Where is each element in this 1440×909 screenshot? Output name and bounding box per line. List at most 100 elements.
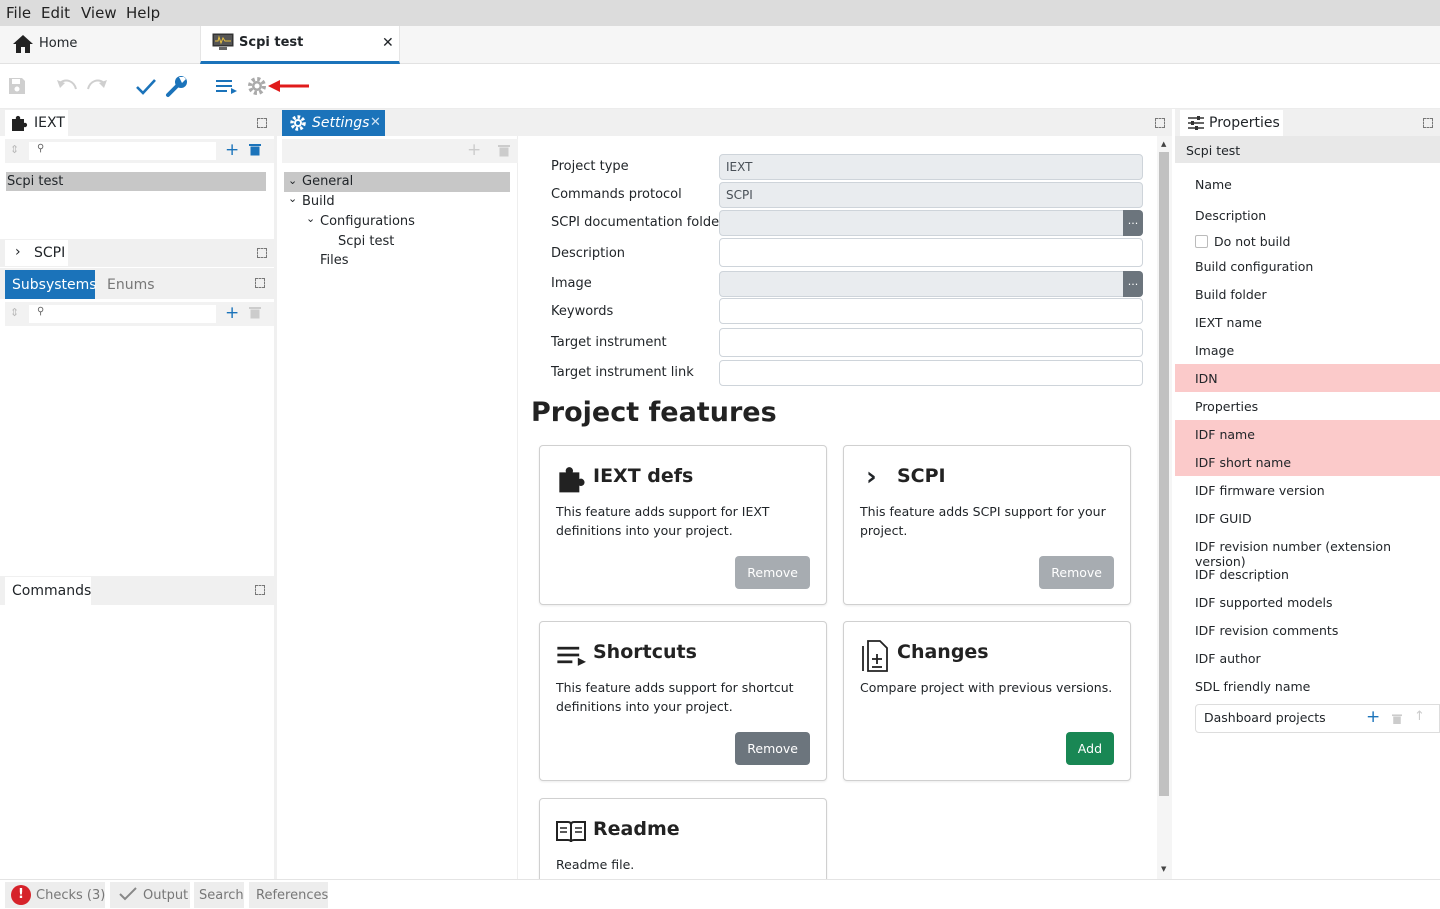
- arrow-up-icon[interactable]: ↑: [1414, 709, 1425, 724]
- tree-item-general[interactable]: ⌄ General: [284, 172, 510, 192]
- prop-row-idf-revision-comments[interactable]: IDF revision comments: [1175, 616, 1440, 644]
- prop-row-idf-description[interactable]: IDF description: [1175, 560, 1440, 588]
- prop-row-idf-guid[interactable]: IDF GUID: [1175, 504, 1440, 532]
- menu-view[interactable]: View: [81, 4, 117, 22]
- scpi-documentation-folder-field[interactable]: ...: [719, 210, 1143, 236]
- maximize-icon[interactable]: [1155, 118, 1165, 128]
- tab-properties[interactable]: Properties: [1180, 110, 1283, 136]
- save-button[interactable]: [5, 74, 29, 98]
- tab-search-label: Search: [199, 888, 244, 903]
- prop-row-name[interactable]: Name: [1175, 170, 1440, 198]
- prop-label: IDN: [1195, 371, 1218, 386]
- tab-search[interactable]: Search: [194, 882, 244, 908]
- menu-help[interactable]: Help: [126, 4, 160, 22]
- description-field[interactable]: [719, 238, 1143, 267]
- commands-panel-header: Commands: [0, 576, 274, 605]
- project-list-item[interactable]: Scpi test: [6, 172, 266, 191]
- commands-protocol-field[interactable]: SCPI: [719, 182, 1143, 208]
- add-icon[interactable]: +: [225, 303, 239, 323]
- iext-search-input[interactable]: ⚲: [28, 141, 217, 161]
- scrollbar-thumb[interactable]: [1159, 152, 1169, 796]
- keywords-field[interactable]: [719, 298, 1143, 324]
- prop-row-sdl-friendly-name[interactable]: SDL friendly name: [1175, 672, 1440, 700]
- tab-subsystems[interactable]: Subsystems: [5, 270, 97, 299]
- shortcuts-button[interactable]: [214, 74, 238, 98]
- remove-button[interactable]: Remove: [1039, 556, 1114, 589]
- close-icon[interactable]: ✕: [370, 115, 381, 130]
- remove-button[interactable]: Remove: [735, 732, 810, 765]
- tab-output[interactable]: Output: [110, 882, 190, 908]
- maximize-icon[interactable]: [257, 118, 267, 128]
- do-not-build-checkbox[interactable]: [1195, 235, 1208, 248]
- tree-item-files[interactable]: Files: [320, 253, 349, 268]
- prop-row-idf-name[interactable]: IDF name: [1175, 420, 1440, 448]
- subsystems-search-row: ⇕ ⚲ +: [5, 302, 274, 326]
- scroll-up-icon[interactable]: ▲: [1161, 140, 1166, 148]
- trash-icon[interactable]: [249, 306, 261, 319]
- image-field[interactable]: ...: [719, 271, 1143, 297]
- keywords-label: Keywords: [551, 304, 614, 319]
- settings-button[interactable]: [245, 74, 269, 98]
- prop-row-image[interactable]: Image: [1175, 336, 1440, 364]
- undo-button[interactable]: [55, 74, 79, 98]
- trash-icon[interactable]: [498, 144, 510, 157]
- feature-card-description: This feature adds SCPI support for your …: [860, 504, 1106, 538]
- prop-row-idn[interactable]: IDN: [1175, 364, 1440, 392]
- prop-row-idf-revision-number[interactable]: IDF revision number (extension version): [1175, 532, 1440, 569]
- maximize-icon[interactable]: [1423, 118, 1433, 128]
- tab-settings[interactable]: Settings ✕: [282, 110, 385, 136]
- maximize-icon[interactable]: [257, 248, 267, 258]
- trash-icon[interactable]: [249, 143, 261, 156]
- commands-tab[interactable]: Commands: [5, 577, 91, 605]
- prop-row-idf-firmware-version[interactable]: IDF firmware version: [1175, 476, 1440, 504]
- remove-button[interactable]: Remove: [735, 556, 810, 589]
- feature-card-changes: Changes Compare project with previous ve…: [843, 621, 1131, 781]
- prop-row-do-not-build[interactable]: Do not build: [1175, 229, 1440, 251]
- target-instrument-field[interactable]: [719, 328, 1143, 357]
- browse-button[interactable]: ...: [1123, 271, 1143, 297]
- prop-label: Build folder: [1195, 287, 1267, 302]
- menu-edit[interactable]: Edit: [41, 4, 70, 22]
- vertical-scrollbar[interactable]: ▲ ▼: [1157, 136, 1172, 879]
- redo-button[interactable]: [85, 74, 109, 98]
- tab-scpi-test[interactable]: Scpi test ✕: [200, 26, 400, 64]
- scpi-tab[interactable]: › SCPI: [5, 240, 68, 266]
- add-icon[interactable]: +: [225, 140, 239, 160]
- sort-icon[interactable]: ⇕: [10, 143, 19, 156]
- prop-row-idf-supported-models[interactable]: IDF supported models: [1175, 588, 1440, 616]
- tree-item-scpi-test[interactable]: Scpi test: [338, 234, 394, 249]
- tab-references[interactable]: References: [249, 882, 328, 908]
- target-instrument-link-field[interactable]: [719, 360, 1143, 386]
- add-icon[interactable]: +: [467, 140, 481, 160]
- build-button[interactable]: [165, 74, 189, 98]
- puzzle-icon: [10, 114, 28, 132]
- tab-home[interactable]: Home: [0, 26, 200, 64]
- subsystems-search-input[interactable]: ⚲: [28, 304, 217, 324]
- browse-button[interactable]: ...: [1123, 210, 1143, 236]
- add-button[interactable]: Add: [1065, 732, 1114, 765]
- prop-row-description[interactable]: Description: [1175, 201, 1440, 229]
- menu-file[interactable]: File: [6, 4, 31, 22]
- project-type-field[interactable]: IEXT: [719, 154, 1143, 180]
- prop-row-idf-short-name[interactable]: IDF short name: [1175, 448, 1440, 476]
- tab-checks[interactable]: ! Checks (3): [5, 882, 105, 908]
- maximize-icon[interactable]: [255, 585, 265, 595]
- prop-row-build-configuration[interactable]: Build configuration: [1175, 252, 1440, 280]
- prop-row-build-folder[interactable]: Build folder: [1175, 280, 1440, 308]
- trash-icon[interactable]: [1392, 713, 1402, 725]
- iext-tab[interactable]: IEXT: [5, 110, 68, 136]
- close-icon[interactable]: ✕: [382, 35, 394, 51]
- tab-home-label: Home: [39, 36, 78, 51]
- prop-row-idf-author[interactable]: IDF author: [1175, 644, 1440, 672]
- sort-icon[interactable]: ⇕: [10, 306, 19, 319]
- maximize-icon[interactable]: [255, 278, 265, 288]
- feature-card-title: SCPI: [897, 465, 946, 487]
- check-button[interactable]: [134, 74, 158, 98]
- tab-enums[interactable]: Enums: [95, 270, 165, 299]
- prop-row-iext-name[interactable]: IEXT name: [1175, 308, 1440, 336]
- prop-row-properties[interactable]: Properties: [1175, 392, 1440, 420]
- dashboard-projects-box: Dashboard projects + ↑: [1195, 704, 1440, 733]
- add-icon[interactable]: +: [1366, 707, 1380, 727]
- scroll-down-icon[interactable]: ▼: [1161, 865, 1166, 873]
- book-icon: [556, 819, 586, 849]
